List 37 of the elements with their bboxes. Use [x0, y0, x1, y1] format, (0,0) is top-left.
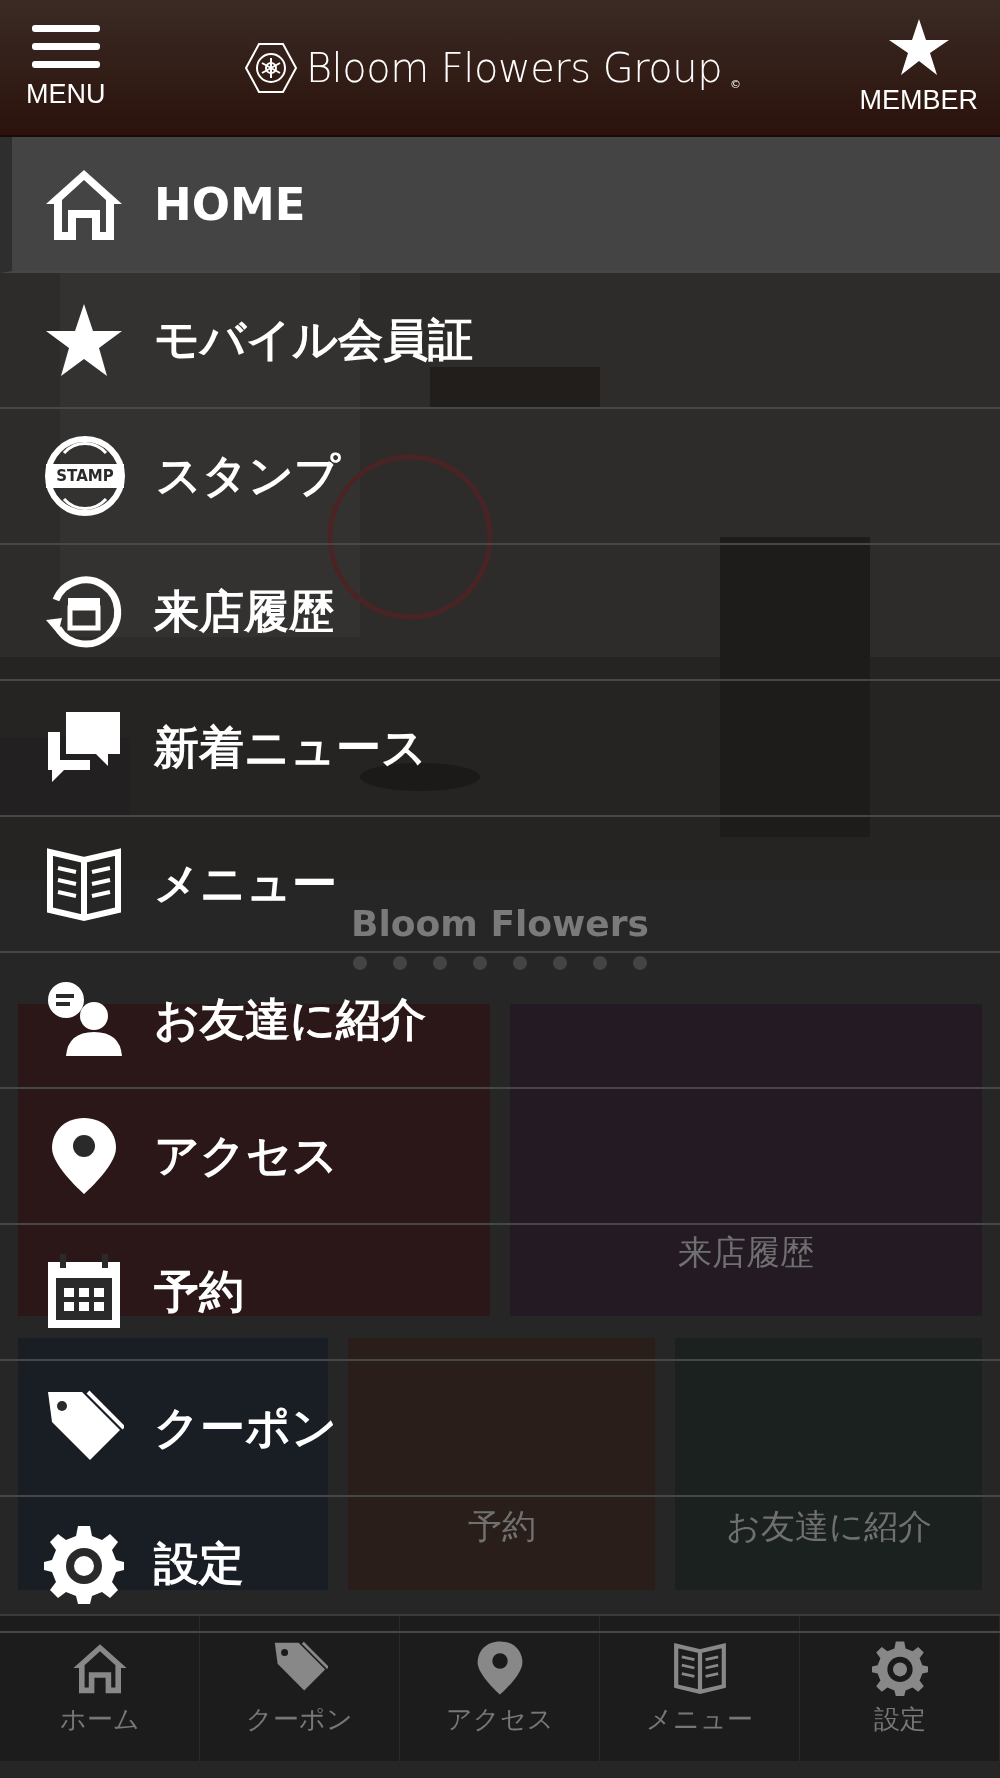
- menu-item[interactable]: STAMP スタンプ: [44, 435, 340, 517]
- menu-item[interactable]: モバイル会員証: [44, 300, 473, 380]
- carousel-dot[interactable]: [473, 956, 487, 970]
- carousel-dot[interactable]: [593, 956, 607, 970]
- menu-item[interactable]: 来店履歴: [44, 572, 334, 652]
- carousel-dot[interactable]: [433, 956, 447, 970]
- menu-item[interactable]: メニュー: [44, 844, 337, 924]
- carousel-dot[interactable]: [393, 956, 407, 970]
- menu-item[interactable]: HOME: [44, 164, 306, 244]
- carousel-dot[interactable]: [553, 956, 567, 970]
- carousel-caption: Bloom Flowers: [351, 903, 649, 944]
- gear-icon: [44, 1524, 124, 1604]
- carousel-dot[interactable]: [513, 956, 527, 970]
- carousel-dot[interactable]: [353, 956, 367, 970]
- gear-icon: [871, 1640, 928, 1696]
- flower-logo-icon: [243, 40, 298, 95]
- menu-icon: [31, 25, 100, 69]
- tab-item[interactable]: ホーム: [0, 1616, 200, 1761]
- menu-item[interactable]: 新着ニュース: [44, 708, 427, 788]
- stamp-icon: [44, 435, 126, 517]
- star-icon: [888, 19, 949, 75]
- menu-item[interactable]: お友達に紹介: [44, 980, 426, 1060]
- tab-item[interactable]: クーポン: [200, 1616, 400, 1761]
- stamp-label: STAMP: [55, 466, 115, 487]
- registered-mark: ©: [730, 77, 742, 91]
- tab-item[interactable]: アクセス: [400, 1616, 600, 1761]
- menu-button[interactable]: MENU: [26, 25, 106, 110]
- tab-item[interactable]: 設定: [800, 1616, 1000, 1761]
- member-button[interactable]: MEMBER: [859, 19, 978, 116]
- menu-item[interactable]: 設定: [44, 1524, 244, 1604]
- menu-item[interactable]: クーポン: [44, 1388, 337, 1468]
- menu-item[interactable]: 予約: [44, 1252, 244, 1332]
- tab-item[interactable]: メニュー: [600, 1616, 800, 1761]
- brand-name: Bloom Flowers Group: [305, 44, 723, 91]
- carousel-dot[interactable]: [633, 956, 647, 970]
- menu-item[interactable]: アクセス: [44, 1116, 338, 1196]
- open-book-icon: [671, 1640, 728, 1696]
